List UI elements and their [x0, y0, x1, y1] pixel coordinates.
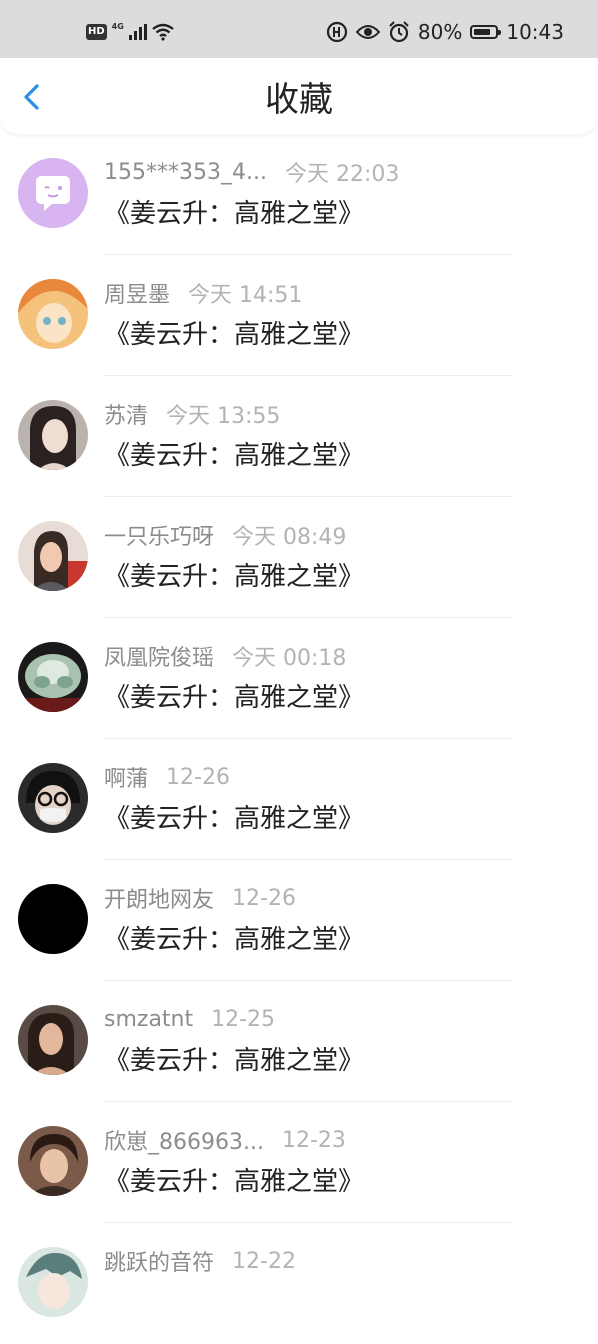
- data-saver-icon: [326, 21, 348, 43]
- item-meta: 凤凰院俊瑶 今天 00:18: [104, 640, 346, 672]
- item-meta: 一只乐巧呀 今天 08:49: [104, 519, 346, 551]
- item-meta: 苏清 今天 13:55: [104, 398, 280, 430]
- item-meta: 开朗地网友 12-26: [104, 882, 296, 914]
- user-name[interactable]: smzatnt: [104, 1007, 193, 1032]
- glasses-mask-avatar[interactable]: [18, 763, 88, 833]
- user-name[interactable]: 啊蒲: [104, 761, 148, 793]
- item-time: 12-22: [232, 1248, 296, 1274]
- item-meta: 155***353_4... 今天 22:03: [104, 156, 399, 188]
- list-item[interactable]: 开朗地网友 12-26 《姜云升：高雅之堂》: [0, 860, 598, 981]
- chat-bubble-avatar[interactable]: [18, 158, 88, 228]
- item-time: 12-23: [281, 1127, 346, 1153]
- item-time: 12-26: [166, 764, 230, 790]
- book-title[interactable]: 《姜云升：高雅之堂》: [104, 438, 364, 474]
- status-left: HD 4G: [86, 20, 174, 44]
- jade-cabbage-avatar[interactable]: [18, 642, 88, 712]
- item-time: 今天 14:51: [188, 283, 303, 308]
- item-time: 今天 00:18: [232, 646, 347, 671]
- list-item[interactable]: 一只乐巧呀 今天 08:49 《姜云升：高雅之堂》: [0, 497, 598, 618]
- item-time: 12-26: [232, 885, 296, 911]
- item-time: 今天 13:55: [166, 404, 281, 429]
- book-title[interactable]: 《姜云升：高雅之堂》: [104, 196, 364, 232]
- book-title[interactable]: 《姜云升：高雅之堂》: [104, 801, 364, 837]
- user-name[interactable]: 苏清: [104, 398, 148, 430]
- item-time: 12-25: [211, 1006, 276, 1032]
- item-meta: smzatnt 12-25: [104, 1003, 275, 1035]
- user-name[interactable]: 一只乐巧呀: [104, 519, 214, 551]
- alarm-icon: [388, 21, 410, 43]
- battery-percent: 80%: [417, 20, 463, 44]
- woman-selfie-avatar[interactable]: [18, 521, 88, 591]
- woman-portrait-avatar[interactable]: [18, 400, 88, 470]
- man-portrait-avatar[interactable]: [18, 1126, 88, 1196]
- item-meta: 啊蒲 12-26: [104, 761, 230, 793]
- list-item[interactable]: 欣崽_866963... 12-23 《姜云升：高雅之堂》: [0, 1102, 598, 1223]
- anime-girl-avatar[interactable]: [18, 279, 88, 349]
- list-item[interactable]: 苏清 今天 13:55 《姜云升：高雅之堂》: [0, 376, 598, 497]
- battery-icon: [470, 25, 502, 39]
- book-title[interactable]: 《姜云升：高雅之堂》: [104, 317, 364, 353]
- item-time: 今天 22:03: [284, 162, 400, 187]
- list-item[interactable]: 凤凰院俊瑶 今天 00:18 《姜云升：高雅之堂》: [0, 618, 598, 739]
- anime-avatar[interactable]: [18, 1247, 88, 1317]
- user-name[interactable]: 欣崽_866963...: [104, 1124, 264, 1156]
- wifi-icon: [152, 23, 174, 41]
- item-meta: 周昱墨 今天 14:51: [104, 277, 302, 309]
- signal-icon: [128, 24, 147, 40]
- header: 收藏: [0, 58, 598, 134]
- book-title[interactable]: 《姜云升：高雅之堂》: [104, 1043, 364, 1079]
- book-title[interactable]: 《姜云升：高雅之堂》: [104, 680, 364, 716]
- list-item[interactable]: 跳跃的音符 12-22: [0, 1223, 598, 1344]
- item-meta: 欣崽_866963... 12-23: [104, 1124, 346, 1156]
- book-title[interactable]: 《姜云升：高雅之堂》: [104, 559, 364, 595]
- user-name[interactable]: 跳跃的音符: [104, 1245, 214, 1277]
- list-item[interactable]: smzatnt 12-25 《姜云升：高雅之堂》: [0, 981, 598, 1102]
- item-meta: 跳跃的音符 12-22: [104, 1245, 296, 1277]
- eye-icon: [355, 24, 380, 40]
- woman-dark-avatar[interactable]: [18, 1005, 88, 1075]
- clock: 10:43: [506, 20, 564, 44]
- list-item[interactable]: 周昱墨 今天 14:51 《姜云升：高雅之堂》: [0, 255, 598, 376]
- user-name[interactable]: 155***353_4...: [104, 160, 267, 185]
- page-title: 收藏: [265, 80, 333, 120]
- book-title[interactable]: 《姜云升：高雅之堂》: [104, 922, 364, 958]
- status-right: 80% 10:43: [326, 18, 564, 46]
- hd-badge: HD: [86, 24, 107, 40]
- status-bar: HD 4G 80% 10:43: [0, 0, 598, 58]
- user-name[interactable]: 开朗地网友: [104, 882, 214, 914]
- black-avatar[interactable]: [18, 884, 88, 954]
- list-item[interactable]: 啊蒲 12-26 《姜云升：高雅之堂》: [0, 739, 598, 860]
- list-item[interactable]: 155***353_4... 今天 22:03 《姜云升：高雅之堂》: [0, 134, 598, 255]
- network-type: 4G: [111, 21, 124, 31]
- user-name[interactable]: 周昱墨: [104, 277, 170, 309]
- item-time: 今天 08:49: [232, 525, 347, 550]
- favorites-list: 155***353_4... 今天 22:03 《姜云升：高雅之堂》 周昱墨 今…: [0, 134, 598, 1344]
- book-title[interactable]: 《姜云升：高雅之堂》: [104, 1164, 364, 1200]
- user-name[interactable]: 凤凰院俊瑶: [104, 640, 214, 672]
